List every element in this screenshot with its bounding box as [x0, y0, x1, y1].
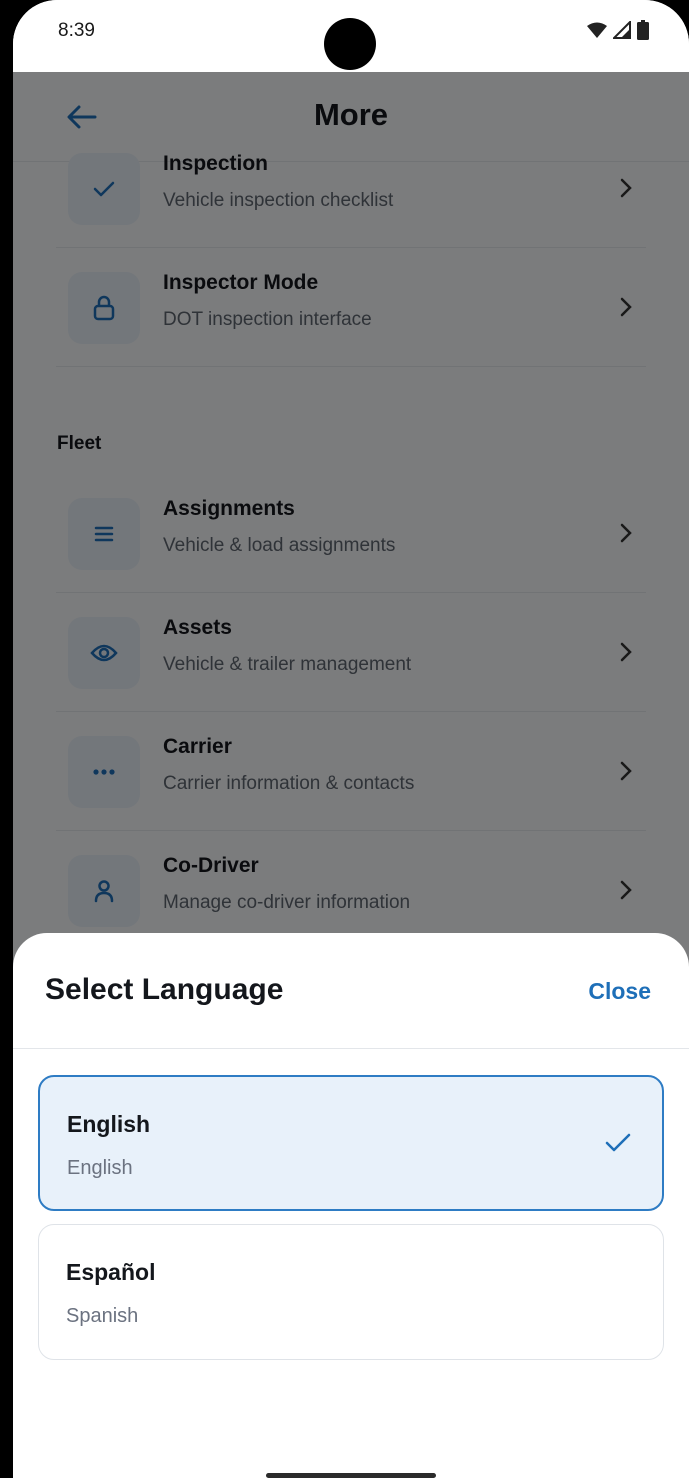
status-time: 8:39 [58, 20, 95, 41]
phone-screen: 8:39 More Inspection Vehicle inspection … [13, 0, 689, 1478]
status-bar: 8:39 [13, 0, 689, 72]
language-option-spanish[interactable]: Español Spanish [38, 1224, 664, 1360]
language-native-name: Spanish [66, 1305, 139, 1327]
camera-cutout [324, 18, 376, 70]
language-option-english[interactable]: English English [38, 1075, 664, 1211]
sheet-title: Select Language [45, 973, 284, 1006]
home-indicator [266, 1473, 436, 1478]
language-native-name: English [67, 1157, 133, 1179]
language-bottom-sheet: Select Language Close English English Es… [13, 933, 689, 1478]
signal-icon [613, 21, 631, 39]
status-icons [587, 20, 649, 40]
check-icon [605, 1133, 631, 1152]
language-name: Español [66, 1259, 156, 1285]
close-button[interactable]: Close [588, 978, 651, 1005]
wifi-icon [587, 22, 607, 38]
sheet-header: Select Language Close [13, 933, 689, 1049]
language-name: English [67, 1111, 151, 1137]
battery-icon [637, 20, 649, 40]
